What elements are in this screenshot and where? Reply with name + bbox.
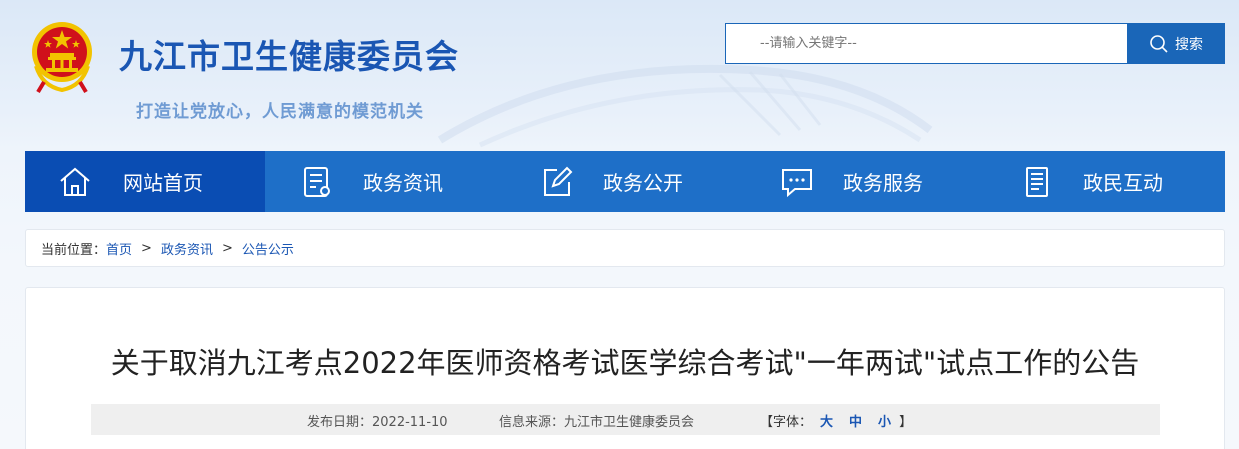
font-size-medium-button[interactable]: 中 xyxy=(849,415,862,430)
publish-date: 发布日期：2022-11-10 xyxy=(307,415,448,430)
article-title: 关于取消九江考点2022年医师资格考试医学综合考试"一年两试"试点工作的公告 xyxy=(110,346,1140,380)
search-button-label: 搜索 xyxy=(1175,36,1203,53)
breadcrumb: 当前位置： 首页 > 政务资讯 > 公告公示 xyxy=(25,229,1225,267)
article-container: 关于取消九江考点2022年医师资格考试医学综合考试"一年两试"试点工作的公告 发… xyxy=(25,287,1225,449)
nav-item-label: 政务资讯 xyxy=(363,171,443,195)
search-input[interactable] xyxy=(725,23,1128,64)
national-emblem-icon xyxy=(32,22,92,94)
site-header: 九江市卫生健康委员会 打造让党放心，人民满意的模范机关 搜索 xyxy=(0,0,1239,150)
news-document-icon xyxy=(304,166,330,197)
font-size-control: 【字体： 大 中 小】 xyxy=(760,411,912,430)
nav-item-interaction[interactable]: 政民互动 xyxy=(985,151,1225,212)
breadcrumb-link-home[interactable]: 首页 xyxy=(106,239,132,258)
nav-item-label: 政务服务 xyxy=(843,171,923,195)
font-size-small-button[interactable]: 小 xyxy=(878,415,891,430)
main-navigation: 网站首页 政务资讯 政务公开 政务服务 政民互动 xyxy=(25,151,1225,212)
site-title: 九江市卫生健康委员会 xyxy=(119,37,459,76)
breadcrumb-separator: > xyxy=(221,240,233,256)
nav-item-disclosure[interactable]: 政务公开 xyxy=(505,151,745,212)
font-size-large-button[interactable]: 大 xyxy=(820,415,833,430)
search-button[interactable]: 搜索 xyxy=(1127,23,1225,64)
search-icon xyxy=(1150,34,1168,53)
document-list-icon xyxy=(1026,166,1048,197)
breadcrumb-prefix: 当前位置： xyxy=(41,242,107,258)
nav-item-home[interactable]: 网站首页 xyxy=(25,151,265,212)
breadcrumb-separator: > xyxy=(141,240,152,256)
font-size-label: 【字体： xyxy=(760,415,813,430)
site-slogan: 打造让党放心，人民满意的模范机关 xyxy=(136,102,424,122)
nav-item-label: 政民互动 xyxy=(1083,171,1163,195)
chat-bubble-icon xyxy=(782,168,812,197)
home-icon xyxy=(60,167,90,196)
nav-item-news[interactable]: 政务资讯 xyxy=(265,151,505,212)
breadcrumb-link-news[interactable]: 政务资讯 xyxy=(161,239,213,258)
edit-icon xyxy=(544,166,573,196)
nav-item-label: 网站首页 xyxy=(123,171,203,195)
nav-item-services[interactable]: 政务服务 xyxy=(745,151,985,212)
article-meta-bar: 发布日期：2022-11-10 信息来源：九江市卫生健康委员会 【字体： 大 中 小】 xyxy=(91,404,1160,435)
breadcrumb-link-notices[interactable]: 公告公示 xyxy=(242,239,294,258)
font-size-close: 】 xyxy=(899,415,913,430)
nav-item-label: 政务公开 xyxy=(603,171,683,195)
article-source: 信息来源：九江市卫生健康委员会 xyxy=(499,415,695,430)
